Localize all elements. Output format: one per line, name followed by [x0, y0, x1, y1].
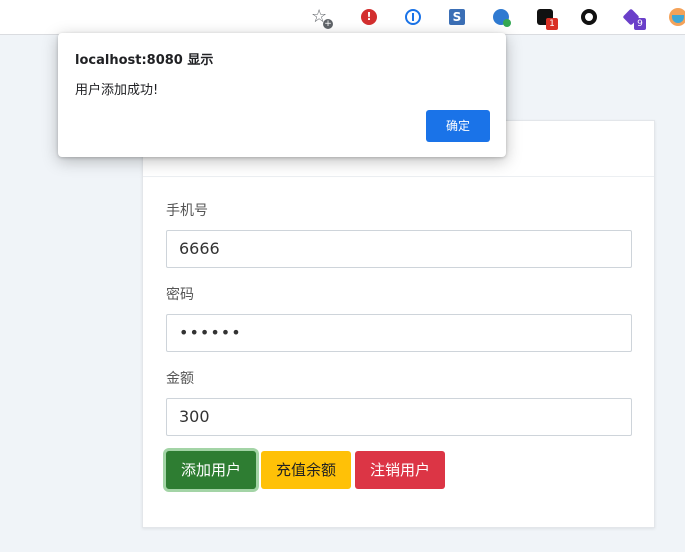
phone-group: 手机号 6666	[166, 201, 632, 268]
ring-extension-icon[interactable]	[581, 9, 597, 25]
password-input[interactable]: ••••••	[166, 314, 632, 352]
profile-avatar-icon[interactable]	[669, 8, 685, 26]
extension-badge: 9	[634, 18, 646, 30]
dialog-title: localhost:8080 显示	[75, 53, 214, 68]
recharge-button[interactable]: 充值余额	[261, 451, 351, 489]
password-manager-icon[interactable]	[405, 9, 421, 25]
dialog-ok-button[interactable]: 确定	[426, 110, 490, 142]
amount-input[interactable]: 300	[166, 398, 632, 436]
amount-label: 金额	[166, 371, 194, 387]
browser-toolbar: ☆ + ! S 1 9	[0, 0, 685, 35]
user-form-card: 手机号 6666 密码 •••••• 金额 300 添加用户 充值余额 注销用户	[142, 120, 655, 528]
bookmark-star-icon[interactable]: ☆ +	[311, 8, 333, 29]
add-icon: +	[323, 19, 333, 29]
alert-dialog: localhost:8080 显示 用户添加成功! 确定	[58, 33, 506, 157]
globe-extension-icon[interactable]	[493, 9, 511, 27]
cancel-user-button[interactable]: 注销用户	[355, 451, 445, 489]
s-extension-icon[interactable]: S	[449, 9, 465, 25]
action-buttons: 添加用户 充值余额 注销用户	[166, 451, 449, 489]
extension-badge: 1	[546, 18, 558, 30]
phone-label: 手机号	[166, 203, 208, 219]
address-bar[interactable]	[0, 0, 342, 33]
amount-group: 金额 300	[166, 369, 632, 436]
adblock-icon[interactable]: !	[361, 9, 377, 25]
phone-input[interactable]: 6666	[166, 230, 632, 268]
password-label: 密码	[166, 287, 194, 303]
password-group: 密码 ••••••	[166, 285, 632, 352]
user-form: 手机号 6666 密码 •••••• 金额 300	[166, 201, 632, 453]
add-user-button[interactable]: 添加用户	[166, 451, 256, 489]
dialog-message: 用户添加成功!	[75, 83, 159, 98]
